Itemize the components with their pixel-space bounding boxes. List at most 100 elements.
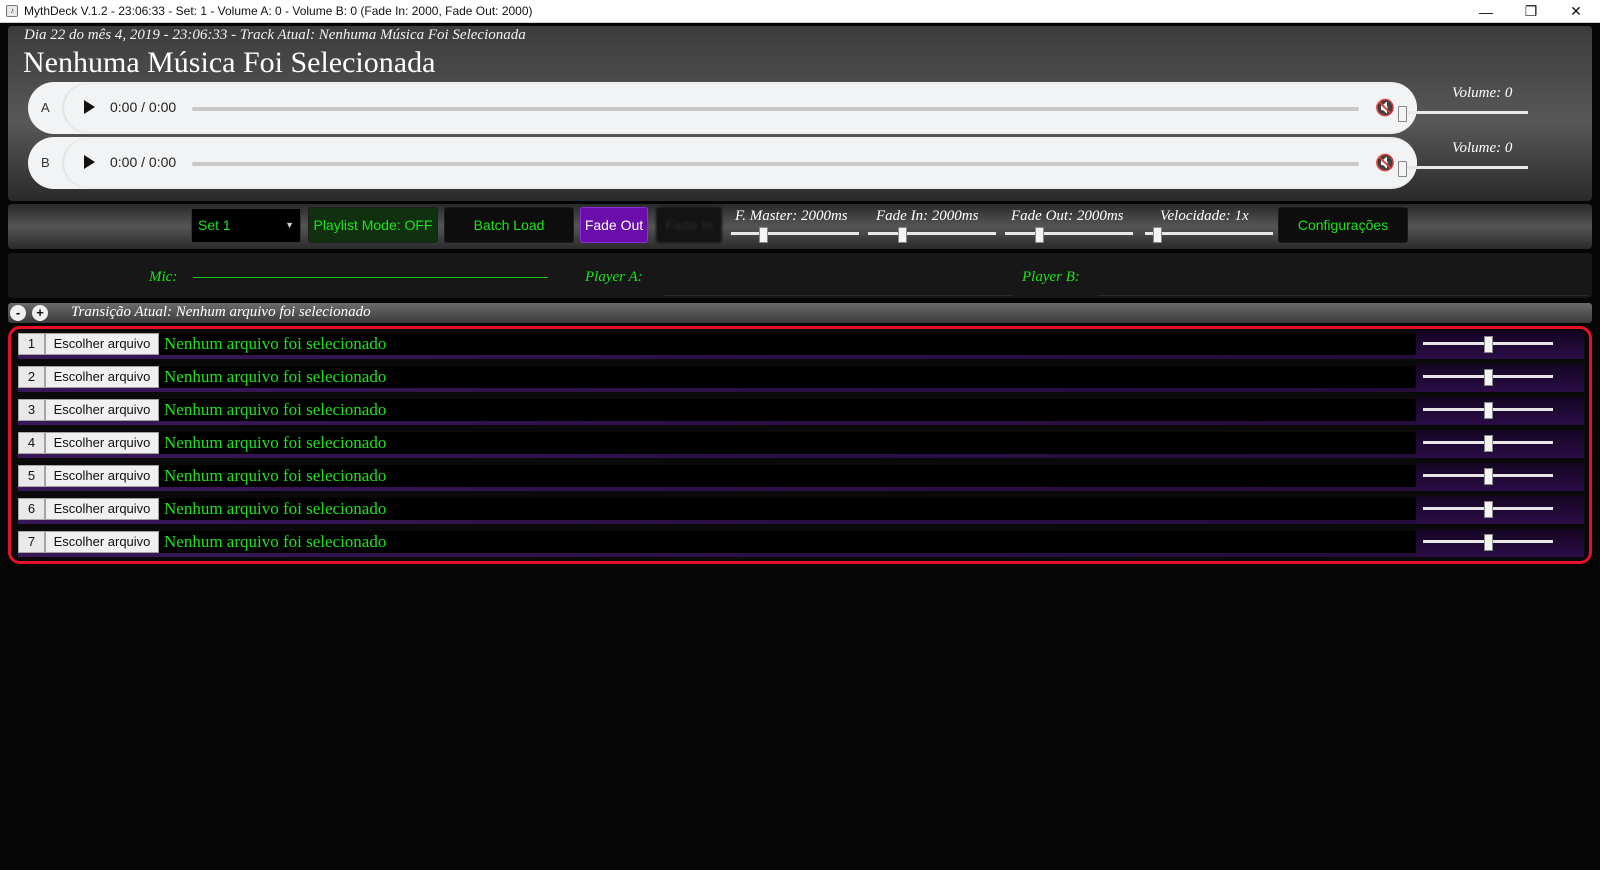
choose-file-button[interactable]: Escolher arquivo [45, 399, 159, 421]
time-display: 0:00 / 0:00 [110, 154, 177, 170]
slider-thumb[interactable] [759, 227, 768, 243]
mute-icon[interactable]: 🔇 [1375, 98, 1395, 118]
fade-master-slider[interactable] [731, 227, 859, 243]
track-volume-slider[interactable] [1423, 336, 1553, 353]
playlist-mode-button[interactable]: Playlist Mode: OFF [308, 207, 438, 243]
audio-controls: 0:00 / 0:00 🔇 [64, 139, 1417, 187]
track-row: 4 Escolher arquivo Nenhum arquivo foi se… [18, 430, 1584, 458]
volume-slider-b[interactable] [1398, 161, 1528, 177]
track-number: 6 [18, 498, 45, 520]
slider-thumb[interactable] [1484, 402, 1493, 419]
audio-player-b: B 0:00 / 0:00 🔇 [28, 137, 1417, 189]
fade-out-button[interactable]: Fade Out [580, 207, 648, 243]
batch-load-button[interactable]: Batch Load [444, 207, 574, 243]
track-row: 6 Escolher arquivo Nenhum arquivo foi se… [18, 496, 1584, 524]
track-row: 3 Escolher arquivo Nenhum arquivo foi se… [18, 397, 1584, 425]
velocidade-label: Velocidade: 1x [1160, 208, 1249, 224]
volume-slider-a[interactable] [1398, 106, 1528, 122]
track-volume-slider[interactable] [1423, 369, 1553, 386]
slider-rail [868, 232, 996, 235]
player-b-label: Player B: [1022, 269, 1080, 285]
player-b-level-meter [1098, 295, 1588, 296]
volume-label-b: Volume: 0 [1452, 140, 1513, 156]
slider-thumb[interactable] [898, 227, 907, 243]
set-select[interactable]: Set 1 ▼ [191, 208, 301, 243]
track-row: 7 Escolher arquivo Nenhum arquivo foi se… [18, 529, 1584, 557]
choose-file-button[interactable]: Escolher arquivo [45, 366, 159, 388]
slider-rail [731, 232, 859, 235]
track-list: 1 Escolher arquivo Nenhum arquivo foi se… [8, 326, 1592, 564]
track-number: 5 [18, 465, 45, 487]
slider-thumb[interactable] [1484, 336, 1493, 353]
choose-file-button[interactable]: Escolher arquivo [45, 333, 159, 355]
maximize-button[interactable]: ❐ [1508, 0, 1554, 23]
status-subtitle: Dia 22 do mês 4, 2019 - 23:06:33 - Track… [24, 27, 526, 43]
fade-in-button[interactable]: Fade In [656, 207, 722, 243]
slider-rail [1398, 111, 1528, 114]
fade-out-slider[interactable] [1005, 227, 1133, 243]
player-a-level-meter [663, 295, 1013, 296]
play-icon[interactable] [84, 155, 95, 169]
track-volume-slider[interactable] [1423, 534, 1553, 551]
track-file-name[interactable]: Nenhum arquivo foi selecionado [159, 531, 1416, 553]
track-file-name[interactable]: Nenhum arquivo foi selecionado [159, 432, 1416, 454]
track-file-name[interactable]: Nenhum arquivo foi selecionado [159, 465, 1416, 487]
choose-file-button[interactable]: Escolher arquivo [45, 498, 159, 520]
slider-thumb[interactable] [1484, 468, 1493, 485]
fade-in-slider[interactable] [868, 227, 996, 243]
app-icon: ♪ [6, 5, 18, 17]
mic-label: Mic: [149, 269, 178, 285]
time-display: 0:00 / 0:00 [110, 99, 177, 115]
configuracoes-button[interactable]: Configurações [1278, 207, 1408, 243]
slider-thumb[interactable] [1398, 106, 1407, 122]
player-label: B [41, 155, 50, 170]
slider-thumb[interactable] [1484, 435, 1493, 452]
track-file-name[interactable]: Nenhum arquivo foi selecionado [159, 366, 1416, 388]
remove-track-button[interactable]: - [10, 305, 26, 321]
choose-file-button[interactable]: Escolher arquivo [45, 465, 159, 487]
volume-label-a: Volume: 0 [1452, 85, 1513, 101]
close-button[interactable]: ✕ [1553, 0, 1599, 23]
slider-thumb[interactable] [1398, 161, 1407, 177]
slider-rail [1145, 232, 1273, 235]
track-volume-slider[interactable] [1423, 468, 1553, 485]
slider-thumb[interactable] [1484, 534, 1493, 551]
track-number: 1 [18, 333, 45, 355]
track-volume-slider[interactable] [1423, 435, 1553, 452]
track-volume-slider[interactable] [1423, 501, 1553, 518]
track-file-name[interactable]: Nenhum arquivo foi selecionado [159, 333, 1416, 355]
play-icon[interactable] [84, 100, 95, 114]
velocidade-slider[interactable] [1145, 227, 1273, 243]
track-number: 2 [18, 366, 45, 388]
audio-player-a: A 0:00 / 0:00 🔇 [28, 82, 1417, 134]
add-track-button[interactable]: + [32, 305, 48, 321]
slider-thumb[interactable] [1484, 501, 1493, 518]
fade-master-label: F. Master: 2000ms [735, 208, 848, 224]
slider-thumb[interactable] [1153, 227, 1162, 243]
player-label: A [41, 100, 50, 115]
seek-bar[interactable] [192, 162, 1359, 166]
window-title: MythDeck V.1.2 - 23:06:33 - Set: 1 - Vol… [24, 4, 533, 18]
track-file-name[interactable]: Nenhum arquivo foi selecionado [159, 498, 1416, 520]
control-toolbar: Set 1 ▼ Playlist Mode: OFF Batch Load Fa… [8, 204, 1592, 249]
slider-thumb[interactable] [1484, 369, 1493, 386]
track-volume-slider[interactable] [1423, 402, 1553, 419]
mute-icon[interactable]: 🔇 [1375, 153, 1395, 173]
track-number: 3 [18, 399, 45, 421]
choose-file-button[interactable]: Escolher arquivo [45, 432, 159, 454]
transition-bar: - + Transição Atual: Nenhum arquivo foi … [8, 303, 1592, 323]
seek-bar[interactable] [192, 107, 1359, 111]
track-file-name[interactable]: Nenhum arquivo foi selecionado [159, 399, 1416, 421]
player-header-panel: Dia 22 do mês 4, 2019 - 23:06:33 - Track… [8, 26, 1592, 201]
fade-out-label: Fade Out: 2000ms [1011, 208, 1124, 224]
choose-file-button[interactable]: Escolher arquivo [45, 531, 159, 553]
mic-level-meter [193, 277, 548, 278]
slider-thumb[interactable] [1035, 227, 1044, 243]
current-track-title: Nenhuma Música Foi Selecionada [23, 46, 436, 79]
track-row: 1 Escolher arquivo Nenhum arquivo foi se… [18, 331, 1584, 359]
track-row: 5 Escolher arquivo Nenhum arquivo foi se… [18, 463, 1584, 491]
minimize-button[interactable]: — [1463, 0, 1509, 23]
track-number: 4 [18, 432, 45, 454]
player-a-label: Player A: [585, 269, 643, 285]
track-number: 7 [18, 531, 45, 553]
